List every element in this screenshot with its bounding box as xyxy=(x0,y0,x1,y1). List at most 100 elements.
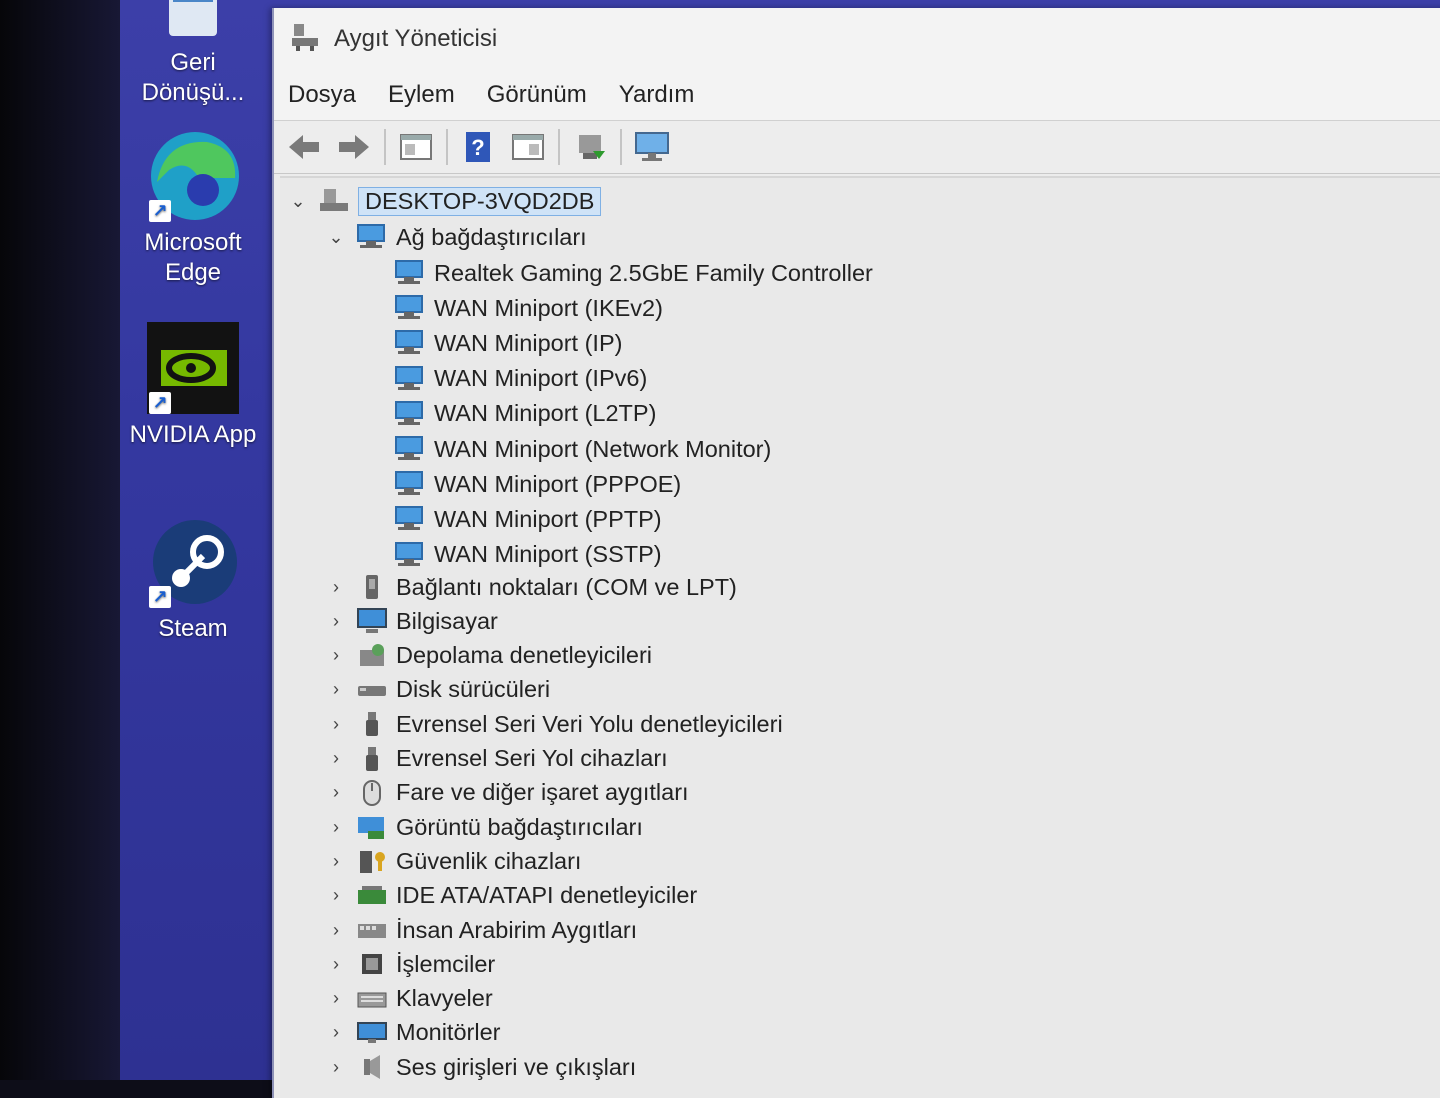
desktop-icon-label: Microsoft Edge xyxy=(144,229,242,286)
scan-hardware-button[interactable] xyxy=(568,127,612,167)
chevron-right-icon[interactable]: › xyxy=(324,678,348,702)
tree-category-row[interactable]: › Evrensel Seri Veri Yolu denetleyicileri xyxy=(324,707,783,741)
chevron-right-icon[interactable]: › xyxy=(324,987,348,1011)
chevron-right-icon[interactable]: › xyxy=(324,781,348,805)
network-adapter-icon xyxy=(394,294,426,322)
menu-action[interactable]: Eylem xyxy=(388,81,455,109)
computer-icon xyxy=(356,607,388,635)
toolbar-separator xyxy=(384,129,386,165)
update-driver-button[interactable] xyxy=(506,127,550,167)
tree-device-row[interactable]: WAN Miniport (IPv6) xyxy=(394,362,647,396)
desktop-icon-label: Steam xyxy=(158,615,228,642)
desktop-icon-edge[interactable]: ↗ Microsoft Edge xyxy=(128,130,258,288)
chevron-right-icon[interactable]: › xyxy=(324,952,348,976)
tree-device-row[interactable]: WAN Miniport (IKEv2) xyxy=(394,291,663,325)
chevron-down-icon[interactable]: ⌄ xyxy=(324,225,348,249)
tree-root[interactable]: ⌄ DESKTOP-3VQD2DB xyxy=(286,184,602,218)
tree-category-row[interactable]: › Depolama denetleyicileri xyxy=(324,639,652,673)
menu-bar: Dosya Eylem Görünüm Yardım xyxy=(274,70,1440,120)
desktop-icon-recycle-bin[interactable]: Geri Dönüşü... xyxy=(128,0,258,108)
category-label: Bilgisayar xyxy=(396,607,498,634)
tree-device-row[interactable]: WAN Miniport (PPPOE) xyxy=(394,467,681,501)
tree-device-row[interactable]: WAN Miniport (SSTP) xyxy=(394,538,662,572)
category-label: Klavyeler xyxy=(396,985,493,1012)
category-label: Güvenlik cihazları xyxy=(396,847,582,874)
shortcut-arrow-icon: ↗ xyxy=(149,200,171,222)
tree-category-row[interactable]: › Bilgisayar xyxy=(324,604,498,638)
category-label: IDE ATA/ATAPI denetleyiciler xyxy=(396,882,698,909)
category-label: İşlemciler xyxy=(396,950,496,977)
device-label: WAN Miniport (IP) xyxy=(434,329,623,356)
tree-category-row[interactable]: › Görüntü bağdaştırıcıları xyxy=(324,810,643,844)
chevron-down-icon[interactable]: ⌄ xyxy=(286,189,310,213)
tree-category-row[interactable]: › Monitörler xyxy=(324,1016,500,1050)
network-adapter-icon xyxy=(394,470,426,498)
monitor-bezel xyxy=(0,0,135,1080)
tree-category-network-adapters[interactable]: ⌄ Ağ bağdaştırıcıları xyxy=(324,220,586,254)
device-manager-window: Aygıt Yöneticisi Dosya Eylem Görünüm Yar… xyxy=(272,8,1440,1098)
chevron-right-icon[interactable]: › xyxy=(324,747,348,771)
disk-drive-icon xyxy=(356,676,388,704)
desktop-icon-nvidia[interactable]: ↗ NVIDIA App xyxy=(128,322,258,450)
chevron-right-icon[interactable]: › xyxy=(324,884,348,908)
device-label: WAN Miniport (PPPOE) xyxy=(434,470,682,497)
help-icon: ? xyxy=(466,132,490,162)
help-button[interactable]: ? xyxy=(456,127,500,167)
device-label: Realtek Gaming 2.5GbE Family Controller xyxy=(434,259,873,286)
desktop-icon-label: NVIDIA App xyxy=(129,421,257,448)
display-adapter-icon xyxy=(356,813,388,841)
window-title: Aygıt Yöneticisi xyxy=(334,25,498,52)
tree-category-row[interactable]: › IDE ATA/ATAPI denetleyiciler xyxy=(324,879,697,913)
tree-category-row[interactable]: › Güvenlik cihazları xyxy=(324,844,581,878)
chevron-right-icon[interactable]: › xyxy=(324,849,348,873)
recycle-bin-icon xyxy=(147,0,239,42)
chevron-right-icon[interactable]: › xyxy=(324,644,348,668)
tree-category-row[interactable]: › Ses girişleri ve çıkışları xyxy=(324,1050,636,1084)
port-icon xyxy=(356,573,388,601)
mouse-icon xyxy=(356,779,388,807)
menu-help[interactable]: Yardım xyxy=(619,81,695,109)
tree-device-row[interactable]: WAN Miniport (Network Monitor) xyxy=(394,432,771,466)
tree-device-row[interactable]: WAN Miniport (PPTP) xyxy=(394,502,662,536)
chevron-right-icon[interactable]: › xyxy=(324,1021,348,1045)
category-label: Disk sürücüleri xyxy=(396,676,551,703)
toolbar: ? xyxy=(274,120,1440,174)
computer-name: DESKTOP-3VQD2DB xyxy=(358,186,602,216)
properties-console-button[interactable] xyxy=(394,127,438,167)
desktop-icon-label: Geri Dönüşü... xyxy=(141,49,245,106)
properties-console-icon xyxy=(400,134,432,160)
display-button[interactable] xyxy=(630,127,674,167)
back-button[interactable] xyxy=(282,127,326,167)
chevron-right-icon[interactable]: › xyxy=(324,1055,348,1079)
tree-category-row[interactable]: › İşlemciler xyxy=(324,947,495,981)
scan-hardware-icon xyxy=(579,135,605,159)
security-device-icon xyxy=(356,847,388,875)
menu-view[interactable]: Görünüm xyxy=(487,81,587,109)
tree-category-row[interactable]: › Klavyeler xyxy=(324,982,493,1016)
edge-icon: ↗ xyxy=(147,130,239,222)
tree-category-row[interactable]: › Fare ve diğer işaret aygıtları xyxy=(324,776,689,810)
category-label: Depolama denetleyicileri xyxy=(396,642,653,669)
tree-device-row[interactable]: WAN Miniport (IP) xyxy=(394,326,622,360)
chevron-right-icon[interactable]: › xyxy=(324,918,348,942)
audio-io-icon xyxy=(356,1053,388,1081)
chevron-right-icon[interactable]: › xyxy=(324,712,348,736)
tree-category-row[interactable]: › Bağlantı noktaları (COM ve LPT) xyxy=(324,570,737,604)
device-label: WAN Miniport (IPv6) xyxy=(434,365,648,392)
monitor-icon xyxy=(635,132,669,161)
chevron-right-icon[interactable]: › xyxy=(324,609,348,633)
forward-button[interactable] xyxy=(332,127,376,167)
tree-device-row[interactable]: WAN Miniport (L2TP) xyxy=(394,397,656,431)
tree-category-row[interactable]: › Evrensel Seri Yol cihazları xyxy=(324,742,668,776)
desktop-icon-steam[interactable]: ↗ Steam xyxy=(128,516,258,644)
usb-device-icon xyxy=(356,745,388,773)
tree-category-row[interactable]: › Disk sürücüleri xyxy=(324,673,550,707)
network-adapter-icon xyxy=(394,505,426,533)
processor-icon xyxy=(356,950,388,978)
tree-category-row[interactable]: › İnsan Arabirim Aygıtları xyxy=(324,913,637,947)
chevron-right-icon[interactable]: › xyxy=(324,815,348,839)
device-label: WAN Miniport (IKEv2) xyxy=(434,294,663,321)
chevron-right-icon[interactable]: › xyxy=(324,575,348,599)
tree-device-row[interactable]: Realtek Gaming 2.5GbE Family Controller xyxy=(394,256,873,290)
menu-file[interactable]: Dosya xyxy=(288,81,356,109)
